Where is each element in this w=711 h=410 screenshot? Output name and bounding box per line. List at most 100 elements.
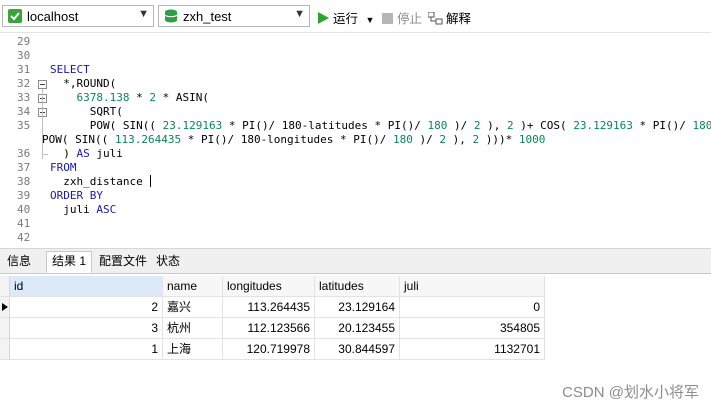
- sql-editor[interactable]: 29 30 31 SELECT 32 *,ROUND(33 6378.138 * 2 *…: [0, 33, 711, 245]
- fold-guide: [42, 154, 48, 155]
- row-indicator-header: [0, 276, 10, 297]
- sql-number: 180: [393, 133, 413, 146]
- sql-number: 113.264435: [114, 133, 182, 146]
- sql-text: * ASIN(: [155, 91, 209, 104]
- toolbar: localhost ▼ zxh_test ▼ 运行 ▼ 停止 解释: [0, 0, 711, 33]
- line-number-text: 39: [17, 189, 31, 202]
- cell-name[interactable]: 杭州: [163, 318, 223, 339]
- line-number-text: 35: [17, 119, 31, 132]
- sql-text: ): [50, 147, 77, 160]
- connection-icon: [8, 9, 22, 23]
- connection-select[interactable]: localhost ▼: [2, 5, 154, 27]
- column-header-longitudes[interactable]: longitudes: [223, 276, 315, 297]
- line-number: 38: [0, 175, 36, 189]
- database-icon: [164, 9, 178, 23]
- tab-status[interactable]: 状态: [151, 252, 185, 272]
- tab-result-1[interactable]: 结果 1: [46, 251, 93, 273]
- line-number-text: 38: [17, 175, 31, 188]
- sql-text: )/: [412, 133, 440, 146]
- play-icon: [318, 12, 329, 24]
- fold-guide: [42, 89, 43, 159]
- fold-toggle-icon[interactable]: [38, 80, 47, 89]
- cell-latitudes[interactable]: 23.129164: [315, 297, 400, 318]
- connection-label: localhost: [27, 9, 79, 24]
- code-line[interactable]: FROM: [50, 161, 77, 175]
- row-indicator: [0, 318, 10, 339]
- chevron-down-icon: ▼: [138, 8, 149, 20]
- line-number: [0, 133, 36, 147]
- run-button[interactable]: 运行 ▼: [318, 8, 374, 27]
- current-row-indicator-icon: [0, 297, 10, 318]
- stop-icon: [382, 13, 393, 24]
- explain-label: 解释: [446, 12, 472, 26]
- sql-keyword: ASC: [96, 203, 117, 216]
- sql-text: juli: [50, 203, 97, 216]
- code-line[interactable]: *,ROUND(: [50, 77, 116, 91]
- code-line[interactable]: zxh_distance: [50, 175, 152, 189]
- line-number-text: 33: [17, 91, 31, 104]
- chevron-down-icon: ▼: [294, 8, 305, 20]
- cell-juli[interactable]: 1132701: [400, 339, 545, 360]
- line-number-text: 41: [17, 217, 31, 230]
- line-number: 34: [0, 105, 36, 119]
- cell-longitudes[interactable]: 120.719978: [223, 339, 315, 360]
- cell-longitudes[interactable]: 113.264435: [223, 297, 315, 318]
- sql-keyword: ORDER BY: [50, 189, 103, 202]
- sql-number: 23.129163: [162, 119, 223, 132]
- code-line[interactable]: SQRT(: [50, 105, 123, 119]
- sql-keyword: AS: [76, 147, 90, 160]
- line-number-text: 37: [17, 161, 31, 174]
- sql-text: ),: [446, 133, 473, 146]
- chevron-down-icon[interactable]: ▼: [366, 15, 375, 25]
- sql-text: ),: [480, 119, 508, 132]
- sql-number: 180: [692, 119, 711, 132]
- database-select[interactable]: zxh_test ▼: [158, 5, 310, 27]
- sql-text: POW( SIN((: [42, 133, 115, 146]
- line-number: 30: [0, 49, 36, 63]
- explain-button[interactable]: 解释: [427, 8, 472, 27]
- cell-name[interactable]: 嘉兴: [163, 297, 223, 318]
- line-number: 32: [0, 77, 36, 91]
- cell-juli[interactable]: 0: [400, 297, 545, 318]
- stop-button[interactable]: 停止: [382, 8, 422, 27]
- cell-id[interactable]: 1: [10, 339, 163, 360]
- code-line[interactable]: juli ASC: [50, 203, 116, 217]
- line-number: 40: [0, 203, 36, 217]
- sql-text: zxh_distance: [50, 175, 150, 188]
- code-line[interactable]: ) AS juli: [50, 147, 123, 161]
- row-indicator: [0, 339, 10, 360]
- sql-text: )+ COS(: [513, 119, 574, 132]
- sql-keyword: SELECT: [50, 63, 90, 76]
- column-header-latitudes[interactable]: latitudes: [315, 276, 400, 297]
- cell-latitudes[interactable]: 20.123455: [315, 318, 400, 339]
- run-label: 运行: [333, 12, 359, 26]
- cell-juli[interactable]: 354805: [400, 318, 545, 339]
- sql-text: *: [129, 91, 150, 104]
- sql-text: * PI()/ 180-longitudes * PI()/: [181, 133, 394, 146]
- cell-name[interactable]: 上海: [163, 339, 223, 360]
- cell-id[interactable]: 2: [10, 297, 163, 318]
- column-header-id[interactable]: id: [10, 276, 163, 297]
- code-line[interactable]: POW( SIN(( 23.129163 * PI()/ 180-latitud…: [50, 119, 711, 133]
- tab-profile[interactable]: 配置文件: [94, 252, 152, 272]
- sql-number: 2: [149, 91, 156, 104]
- code-line[interactable]: 6378.138 * 2 * ASIN(: [50, 91, 209, 105]
- column-header-name[interactable]: name: [163, 276, 223, 297]
- cell-longitudes[interactable]: 112.123566: [223, 318, 315, 339]
- cell-id[interactable]: 3: [10, 318, 163, 339]
- code-line[interactable]: POW( SIN(( 113.264435 * PI()/ 180-longit…: [42, 133, 545, 147]
- column-header-juli[interactable]: juli: [400, 276, 545, 297]
- tab-info[interactable]: 信息: [2, 252, 36, 272]
- line-number: 39: [0, 189, 36, 203]
- code-line[interactable]: ORDER BY: [50, 189, 103, 203]
- line-number: 31: [0, 63, 36, 77]
- sql-text: *,ROUND(: [50, 77, 117, 90]
- result-tabs: 信息 结果 1 配置文件 状态: [0, 248, 711, 274]
- sql-number: 180: [427, 119, 448, 132]
- line-number-text: 40: [17, 203, 31, 216]
- line-number-text: 30: [17, 49, 31, 62]
- code-line[interactable]: SELECT: [50, 63, 90, 77]
- cell-latitudes[interactable]: 30.844597: [315, 339, 400, 360]
- sql-number: 23.129163: [573, 119, 633, 132]
